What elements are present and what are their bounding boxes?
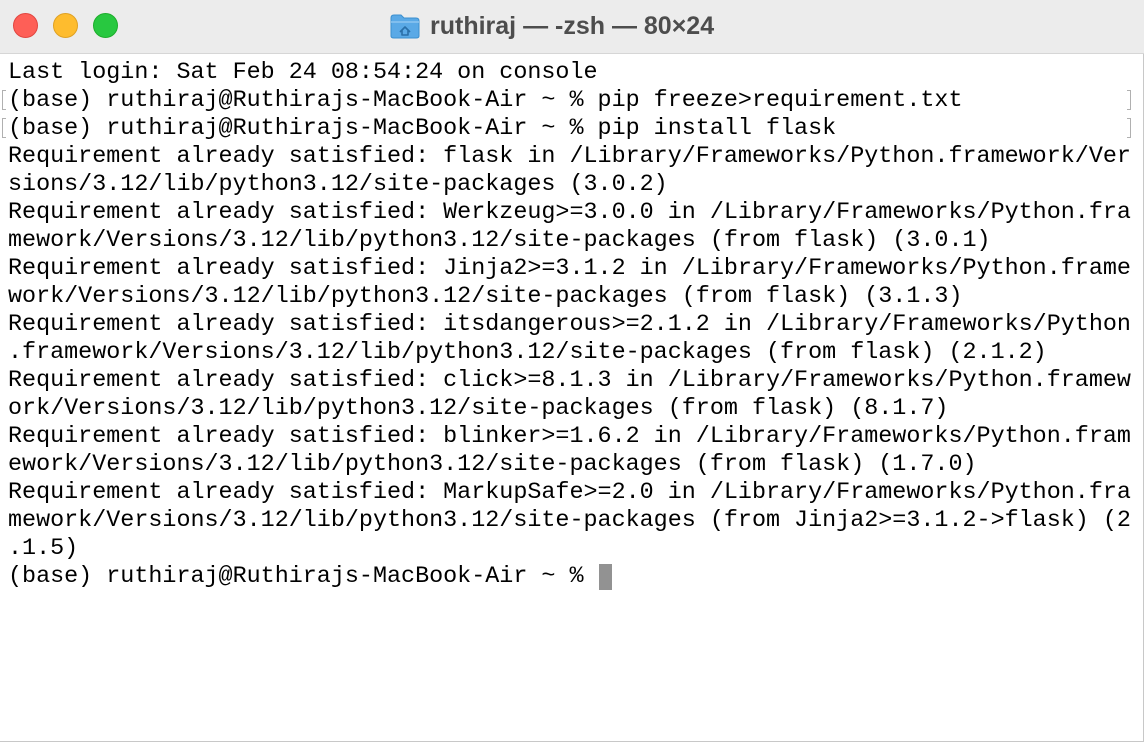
terminal-line: (base) ruthiraj@Ruthirajs-MacBook-Air ~ … bbox=[8, 88, 963, 114]
terminal-line: .1.5) bbox=[8, 536, 79, 562]
mark-bracket-left bbox=[2, 118, 6, 138]
terminal-line: .framework/Versions/3.12/lib/python3.12/… bbox=[8, 340, 1047, 366]
terminal-line: mework/Versions/3.12/lib/python3.12/site… bbox=[8, 228, 991, 254]
mark-bracket-right bbox=[1127, 90, 1131, 110]
terminal-window: ruthiraj — -zsh — 80×24 Last login: Sat … bbox=[0, 0, 1144, 742]
close-button[interactable] bbox=[13, 13, 38, 38]
terminal-output[interactable]: Last login: Sat Feb 24 08:54:24 on conso… bbox=[8, 59, 1134, 729]
prompt-text: (base) ruthiraj@Ruthirajs-MacBook-Air ~ … bbox=[8, 564, 598, 590]
zoom-button[interactable] bbox=[93, 13, 118, 38]
terminal-line: Requirement already satisfied: flask in … bbox=[8, 144, 1131, 170]
terminal-line: work/Versions/3.12/lib/python3.12/site-p… bbox=[8, 284, 963, 310]
terminal-line: mework/Versions/3.12/lib/python3.12/site… bbox=[8, 508, 1131, 534]
window-title-group: ruthiraj — -zsh — 80×24 bbox=[390, 10, 714, 42]
terminal-line: Requirement already satisfied: Werkzeug>… bbox=[8, 200, 1131, 226]
terminal-line: Requirement already satisfied: blinker>=… bbox=[8, 424, 1131, 450]
terminal-line: ork/Versions/3.12/lib/python3.12/site-pa… bbox=[8, 396, 949, 422]
folder-home-icon bbox=[390, 14, 420, 39]
mark-bracket-right bbox=[1127, 118, 1131, 138]
terminal-line: (base) ruthiraj@Ruthirajs-MacBook-Air ~ … bbox=[8, 116, 837, 142]
mark-bracket-left bbox=[2, 90, 6, 110]
terminal-line: Requirement already satisfied: MarkupSaf… bbox=[8, 480, 1131, 506]
minimize-button[interactable] bbox=[53, 13, 78, 38]
title-bar[interactable]: ruthiraj — -zsh — 80×24 bbox=[0, 0, 1144, 54]
terminal-line: ework/Versions/3.12/lib/python3.12/site-… bbox=[8, 452, 977, 478]
prompt-line: (base) ruthiraj@Ruthirajs-MacBook-Air ~ … bbox=[8, 563, 1134, 591]
window-title: ruthiraj — -zsh — 80×24 bbox=[430, 11, 715, 40]
terminal-line: Requirement already satisfied: Jinja2>=3… bbox=[8, 256, 1131, 282]
terminal-line: Requirement already satisfied: click>=8.… bbox=[8, 368, 1131, 394]
terminal-line: Requirement already satisfied: itsdanger… bbox=[8, 312, 1131, 338]
terminal-line: sions/3.12/lib/python3.12/site-packages … bbox=[8, 172, 668, 198]
text-cursor bbox=[598, 564, 612, 590]
terminal-line: Last login: Sat Feb 24 08:54:24 on conso… bbox=[8, 60, 598, 86]
